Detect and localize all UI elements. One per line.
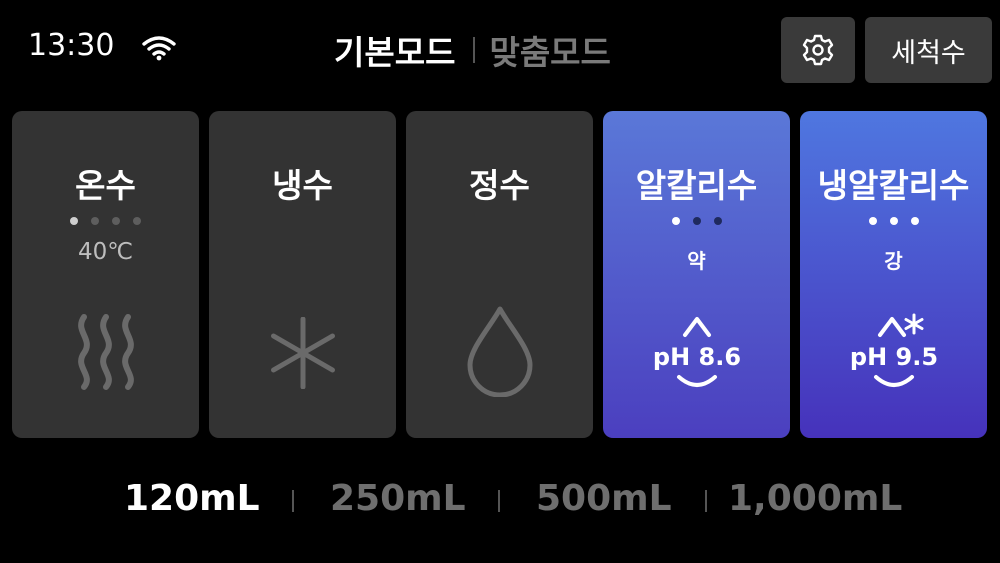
volume-option-250ml[interactable]: 250mL — [330, 478, 466, 519]
card-title: 온수 — [75, 166, 136, 205]
heat-waves-icon — [77, 314, 134, 390]
level-dot — [713, 217, 722, 225]
tab-basic-mode[interactable]: 기본모드 — [334, 26, 455, 74]
alkaline-strength-label: 강 — [884, 249, 903, 273]
mode-tabs: 기본모드 맞춤모드 — [334, 26, 611, 74]
wifi-icon — [142, 36, 176, 61]
ph-value: pH 9.5 — [849, 343, 937, 371]
level-dot — [889, 217, 898, 225]
temperature-level-dots — [12, 217, 199, 225]
card-title: 냉수 — [272, 166, 333, 205]
wash-water-button[interactable]: 세척수 — [865, 17, 992, 83]
ph-alkaline-icon: pH 8.6 — [652, 317, 741, 387]
water-drop-icon — [467, 306, 532, 397]
volume-option-1000ml[interactable]: 1,000mL — [728, 478, 902, 519]
card-title: 알칼리수 — [635, 166, 758, 205]
card-title: 냉알칼리수 — [817, 166, 970, 205]
settings-button[interactable] — [781, 17, 855, 83]
card-cold-alkaline-water[interactable]: 냉알칼리수 강 pH 9.5 — [800, 111, 987, 438]
card-alkaline-water[interactable]: 알칼리수 약 pH 8.6 — [603, 111, 790, 438]
gear-icon — [802, 34, 834, 66]
ph-alkaline-cold-icon: pH 9.5 — [849, 313, 938, 387]
card-title: 정수 — [469, 166, 530, 205]
snowflake-icon — [270, 317, 335, 389]
level-dot — [112, 217, 120, 225]
level-dot — [133, 217, 141, 225]
volume-selector: 120mL 250mL 500mL 1,000mL — [0, 478, 1000, 528]
volume-divider — [498, 490, 500, 512]
volume-divider — [705, 490, 707, 512]
alkaline-level-dots — [800, 217, 987, 225]
alkaline-level-dots — [603, 217, 790, 225]
volume-option-120ml[interactable]: 120mL — [124, 478, 260, 519]
volume-option-500ml[interactable]: 500mL — [536, 478, 672, 519]
ph-value: pH 8.6 — [652, 343, 740, 371]
level-dot — [910, 217, 919, 225]
level-dot — [91, 217, 99, 225]
level-dot — [671, 217, 680, 225]
card-cold-water[interactable]: 냉수 — [209, 111, 396, 438]
level-dot — [692, 217, 701, 225]
level-dot — [868, 217, 877, 225]
card-hot-water[interactable]: 온수 40℃ — [12, 111, 199, 438]
level-dot — [70, 217, 78, 225]
temperature-label: 40℃ — [77, 239, 134, 265]
volume-divider — [292, 490, 294, 512]
alkaline-strength-label: 약 — [687, 249, 706, 273]
status-time: 13:30 — [28, 28, 115, 63]
card-purified-water[interactable]: 정수 — [406, 111, 593, 438]
tab-divider — [473, 37, 476, 63]
tab-custom-mode[interactable]: 맞춤모드 — [489, 26, 610, 74]
